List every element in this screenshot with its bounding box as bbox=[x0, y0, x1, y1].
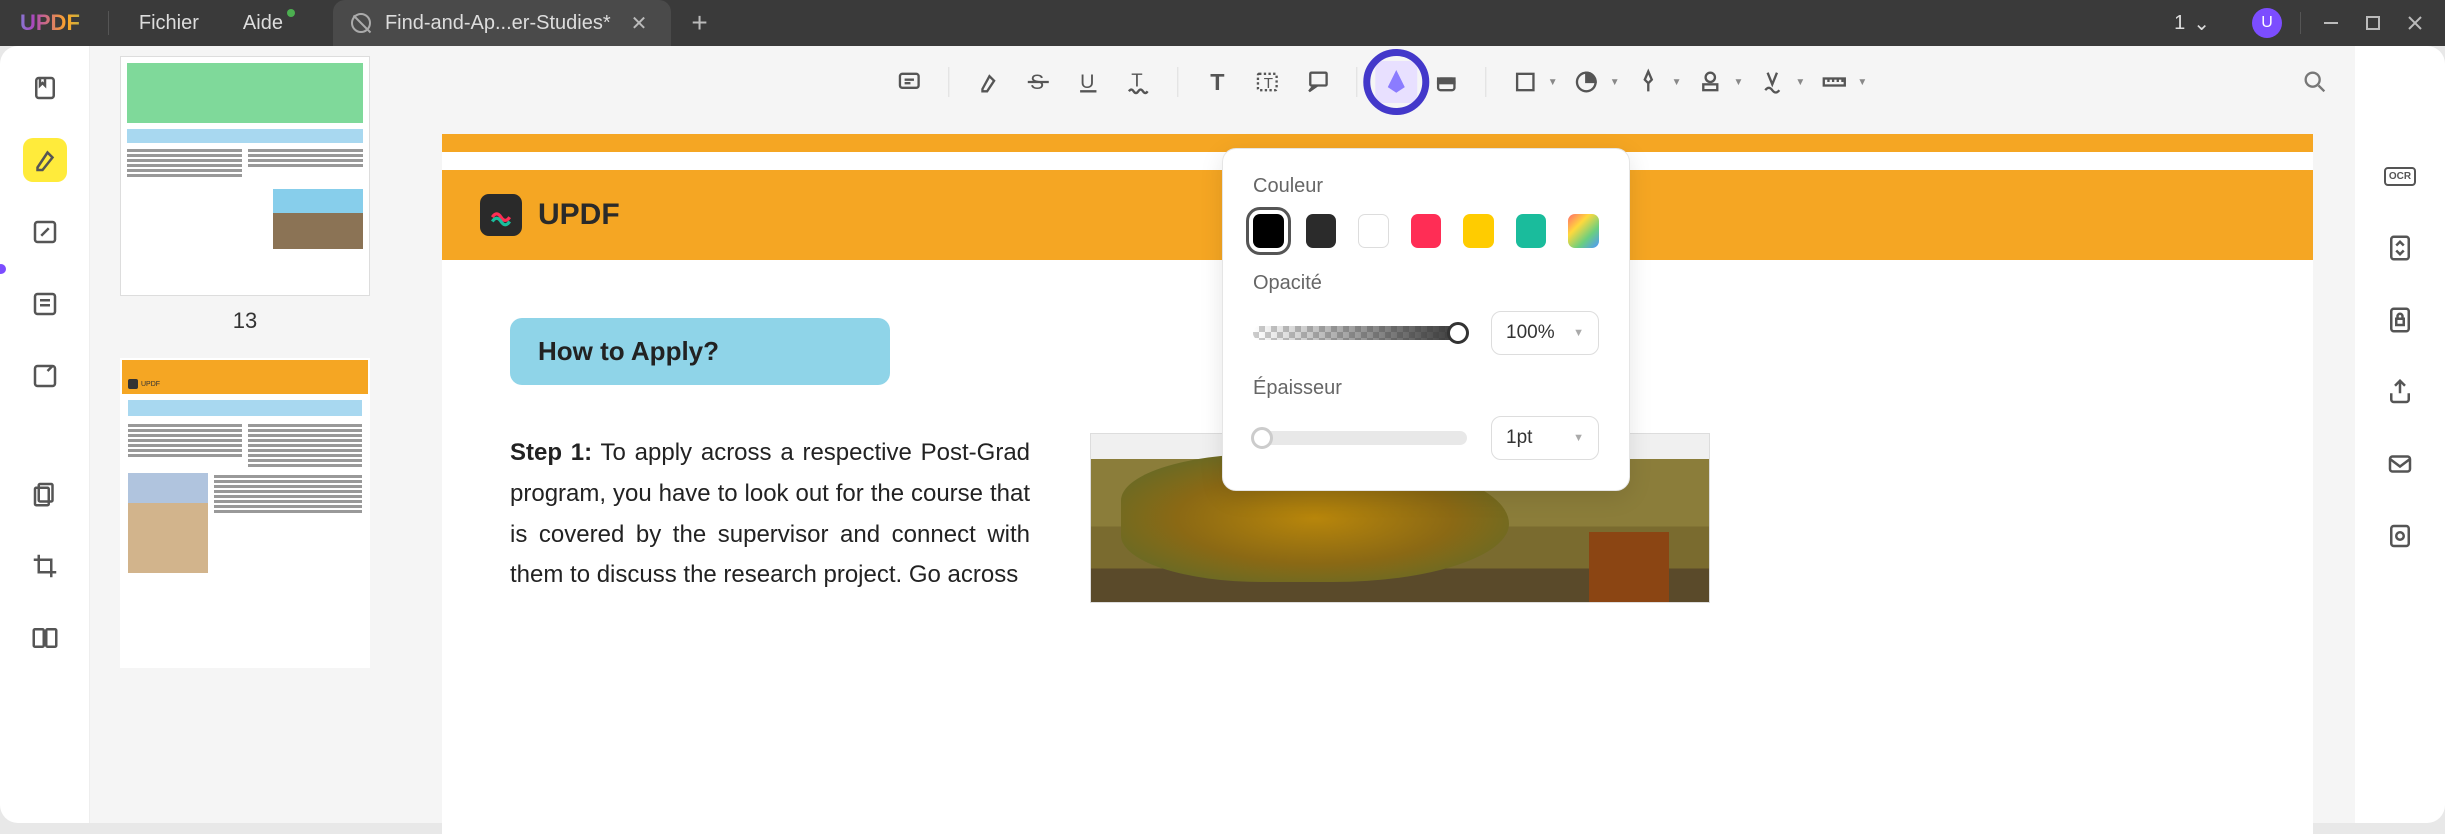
textbox-tool[interactable]: T bbox=[1246, 61, 1288, 103]
document-area: S U T T T ▼ ▼ ▼ ▼ ▼ ▼ Couleur bbox=[400, 46, 2355, 823]
thickness-value-select[interactable]: 1pt ▼ bbox=[1491, 416, 1599, 460]
document-tab[interactable]: Find-and-Ap...er-Studies* ✕ bbox=[333, 0, 671, 46]
copy-pages-button[interactable] bbox=[23, 472, 67, 516]
svg-text:T: T bbox=[1263, 75, 1272, 92]
stamp-tool[interactable]: ▼ bbox=[1690, 61, 1744, 103]
signature-tool[interactable]: ▼ bbox=[1751, 61, 1805, 103]
page-indicator[interactable]: 1 ⌄ bbox=[2174, 11, 2210, 36]
swatch-red[interactable] bbox=[1411, 214, 1442, 248]
convert-button[interactable] bbox=[2378, 226, 2422, 270]
separator bbox=[1356, 67, 1357, 97]
update-indicator bbox=[287, 9, 295, 17]
chevron-down-icon: ▼ bbox=[1573, 432, 1584, 444]
chevron-down-icon: ⌄ bbox=[2193, 11, 2210, 36]
strikethrough-tool[interactable]: S bbox=[1017, 61, 1059, 103]
share-button[interactable] bbox=[2378, 370, 2422, 414]
shape-tool[interactable]: ▼ bbox=[1504, 61, 1558, 103]
color-swatches bbox=[1253, 214, 1599, 248]
main-area: 13 UPDF S U T T T bbox=[0, 46, 2445, 823]
edit-text-button[interactable] bbox=[23, 210, 67, 254]
highlighter-tool[interactable] bbox=[967, 61, 1009, 103]
separator bbox=[1485, 67, 1486, 97]
swatch-dark-gray[interactable] bbox=[1306, 214, 1337, 248]
left-sidebar bbox=[0, 46, 90, 823]
eraser-tool[interactable] bbox=[1425, 61, 1467, 103]
thickness-thumb[interactable] bbox=[1251, 427, 1273, 449]
thumbnail-label: 13 bbox=[120, 308, 370, 334]
swatch-white[interactable] bbox=[1358, 214, 1389, 248]
swatch-black[interactable] bbox=[1253, 214, 1284, 248]
updf-logo-icon bbox=[480, 194, 522, 236]
chevron-down-icon: ▼ bbox=[1573, 327, 1584, 339]
opacity-slider[interactable] bbox=[1253, 326, 1467, 340]
divider bbox=[108, 11, 109, 35]
swatch-custom[interactable] bbox=[1568, 214, 1599, 248]
active-marker bbox=[0, 264, 6, 274]
crop-button[interactable] bbox=[23, 544, 67, 588]
thickness-value: 1pt bbox=[1506, 427, 1532, 449]
swatch-teal[interactable] bbox=[1516, 214, 1547, 248]
measure-tool[interactable]: ▼ bbox=[1813, 61, 1867, 103]
section-title: How to Apply? bbox=[510, 318, 890, 385]
callout-tool[interactable] bbox=[1296, 61, 1338, 103]
menu-file[interactable]: Fichier bbox=[117, 12, 221, 35]
svg-text:U: U bbox=[1080, 71, 1094, 93]
step-label: Step 1: bbox=[510, 439, 592, 466]
page-list-button[interactable] bbox=[23, 282, 67, 326]
search-button[interactable] bbox=[2295, 62, 2335, 102]
comment-tool[interactable] bbox=[888, 61, 930, 103]
text-tool[interactable]: T bbox=[1196, 61, 1238, 103]
close-icon[interactable]: ✕ bbox=[625, 11, 654, 36]
opacity-thumb[interactable] bbox=[1447, 322, 1469, 344]
pin-tool[interactable]: ▼ bbox=[1628, 61, 1682, 103]
thumbnail-page-14[interactable]: UPDF bbox=[120, 358, 370, 668]
avatar[interactable]: U bbox=[2252, 8, 2282, 38]
brand-name: UPDF bbox=[538, 198, 620, 232]
batch-button[interactable] bbox=[2378, 514, 2422, 558]
form-button[interactable] bbox=[23, 354, 67, 398]
divider bbox=[2300, 12, 2301, 34]
opacity-value-select[interactable]: 100% ▼ bbox=[1491, 311, 1599, 355]
right-sidebar: OCR bbox=[2355, 46, 2445, 823]
swatch-yellow[interactable] bbox=[1463, 214, 1494, 248]
opacity-row: 100% ▼ bbox=[1253, 311, 1599, 355]
minimize-button[interactable] bbox=[2319, 11, 2343, 35]
highlight-tool-button[interactable] bbox=[23, 138, 67, 182]
tab-title: Find-and-Ap...er-Studies* bbox=[385, 12, 611, 35]
thickness-slider[interactable] bbox=[1253, 431, 1467, 445]
thumbnails-panel: 13 UPDF bbox=[90, 46, 400, 823]
ocr-button[interactable]: OCR bbox=[2378, 154, 2422, 198]
bookmarks-button[interactable] bbox=[23, 66, 67, 110]
color-label: Couleur bbox=[1253, 175, 1599, 198]
fill-tool[interactable]: ▼ bbox=[1566, 61, 1620, 103]
protect-button[interactable] bbox=[2378, 298, 2422, 342]
squiggly-tool[interactable]: T bbox=[1117, 61, 1159, 103]
annotation-toolbar: S U T T T ▼ ▼ ▼ ▼ ▼ ▼ bbox=[872, 54, 1883, 110]
opacity-label: Opacité bbox=[1253, 272, 1599, 295]
thickness-label: Épaisseur bbox=[1253, 377, 1599, 400]
underline-tool[interactable]: U bbox=[1067, 61, 1109, 103]
pencil-tool[interactable] bbox=[1375, 61, 1417, 103]
thumbnail-page-13[interactable] bbox=[120, 56, 370, 296]
window-controls: 1 ⌄ U bbox=[2174, 8, 2445, 38]
tab-doc-icon bbox=[351, 13, 371, 33]
svg-text:T: T bbox=[1210, 69, 1224, 95]
step-paragraph: Step 1: To apply across a respective Pos… bbox=[510, 433, 1030, 603]
compare-button[interactable] bbox=[23, 616, 67, 660]
titlebar: UPDF Fichier Aide Find-and-Ap...er-Studi… bbox=[0, 0, 2445, 46]
selection-ring bbox=[1363, 49, 1429, 115]
thickness-row: 1pt ▼ bbox=[1253, 416, 1599, 460]
maximize-button[interactable] bbox=[2361, 11, 2385, 35]
email-button[interactable] bbox=[2378, 442, 2422, 486]
opacity-value: 100% bbox=[1506, 322, 1555, 344]
app-logo: UPDF bbox=[0, 10, 100, 36]
add-tab-button[interactable]: + bbox=[671, 7, 727, 39]
separator bbox=[948, 67, 949, 97]
pencil-options-popover: Couleur Opacité 100% ▼ Épaisse bbox=[1222, 148, 1630, 491]
svg-text:T: T bbox=[1131, 70, 1142, 91]
page-number: 1 bbox=[2174, 12, 2185, 35]
close-button[interactable] bbox=[2403, 11, 2427, 35]
separator bbox=[1177, 67, 1178, 97]
